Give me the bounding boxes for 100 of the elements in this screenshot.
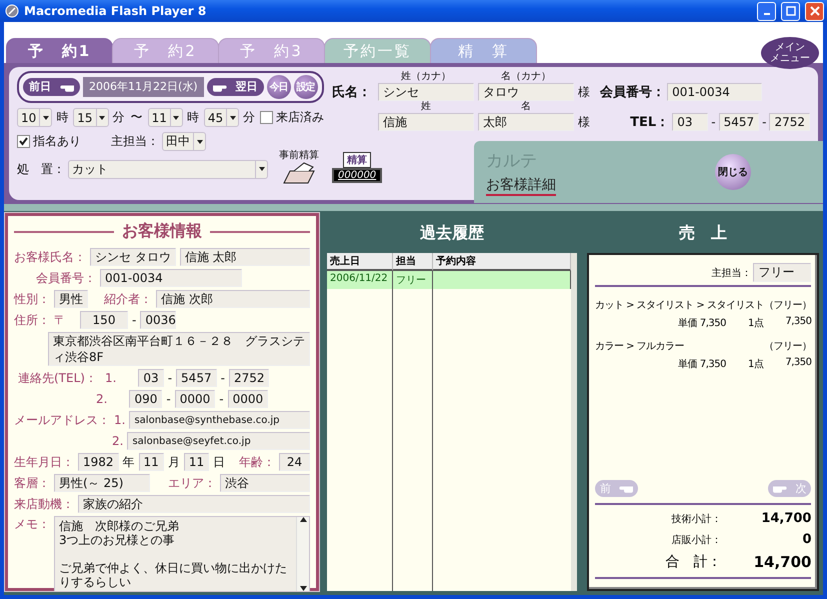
separator: -	[132, 313, 136, 327]
window-title: Macromedia Flash Player 8	[24, 4, 206, 18]
column-header: 予約内容	[433, 253, 571, 271]
total-label: 合 計：	[665, 553, 722, 571]
nominated-checkbox[interactable]	[17, 135, 30, 148]
area-field[interactable]: 渋谷	[220, 474, 310, 492]
first-name-field[interactable]: 太郎	[478, 113, 574, 131]
phone-field[interactable]: 03	[138, 369, 164, 387]
scroll-up-icon[interactable]	[300, 517, 306, 522]
quantity: 1点	[748, 358, 764, 371]
item-staff: （フリー）	[764, 340, 812, 353]
scroll-down-icon[interactable]	[300, 586, 306, 591]
tel-label: TEL：	[630, 114, 670, 131]
minute-unit: 分	[112, 109, 125, 126]
folder-icon[interactable]	[282, 162, 316, 184]
next-day-button[interactable]: 翌日	[206, 78, 264, 96]
staff-field[interactable]: フリー	[753, 263, 812, 282]
table-cell[interactable]: 2006/11/22	[327, 271, 393, 289]
minute-unit: 分	[243, 109, 256, 126]
kana-name-field[interactable]: シンセ タロウ	[90, 248, 176, 266]
postal-code-field[interactable]: 150	[80, 311, 128, 329]
email-field[interactable]: salonbase@synthebase.co.jp	[129, 411, 310, 429]
caret-icon	[42, 116, 49, 120]
prev-day-button[interactable]: 前日	[23, 78, 80, 96]
item-staff: （フリー）	[764, 299, 812, 312]
close-button[interactable]	[805, 2, 824, 20]
customer-details-link[interactable]: お客様詳細	[486, 176, 556, 196]
maximize-button[interactable]	[781, 2, 800, 20]
email-field[interactable]: salonbase@seyfet.co.jp	[127, 432, 310, 450]
field-label: 住所：	[14, 312, 50, 328]
member-number-label: 会員番号：	[600, 84, 666, 101]
treatment-select[interactable]: カット	[68, 160, 268, 178]
postal-code-field[interactable]: 0036	[140, 311, 176, 329]
age-field[interactable]: 24	[279, 453, 310, 471]
kana-first-name-field[interactable]: タロウ	[478, 83, 574, 101]
segment-field[interactable]: 男性(～ 25)	[54, 474, 150, 492]
prepay-label: 事前精算	[279, 148, 319, 162]
kana-last-name-field[interactable]: シンセ	[378, 83, 474, 101]
date-unit: 年	[122, 454, 135, 470]
amount: 7,350	[785, 316, 812, 329]
phone-field[interactable]: 03	[672, 113, 708, 131]
month-field[interactable]: 11	[138, 453, 164, 471]
phone-field[interactable]: 5457	[718, 113, 760, 131]
referrer-field[interactable]: 信施 次郎	[156, 290, 310, 308]
separator: -	[166, 392, 171, 406]
day-field[interactable]: 11	[184, 453, 210, 471]
name-field[interactable]: 信施 太郎	[180, 248, 310, 266]
table-cell[interactable]	[433, 271, 571, 289]
year-field[interactable]: 1982	[78, 453, 119, 471]
section-title: 過去履歴	[419, 222, 485, 244]
date-unit: 日	[213, 454, 226, 470]
list-index: 2.	[96, 392, 108, 406]
staff-select[interactable]: 田中	[162, 132, 206, 151]
phone-field[interactable]: 090	[129, 390, 162, 408]
field-label: 連絡先(TEL)：	[18, 370, 97, 386]
field-label: 生年月日：	[14, 454, 74, 470]
app-icon	[5, 4, 19, 18]
field-label: 名	[520, 101, 532, 113]
field-label: 会員番号：	[36, 270, 96, 286]
checkbox-label: 来店済み	[276, 109, 324, 126]
member-number-field[interactable]: 001-0034	[100, 269, 242, 287]
address-field[interactable]: 東京都渋谷区南平台町１６－２８ グラスシティ渋谷8F	[48, 332, 310, 366]
tab[interactable]: 予 約1	[6, 38, 113, 63]
hour-select[interactable]: 10	[17, 108, 52, 127]
separator: -	[762, 115, 766, 129]
list-index: 2.	[112, 434, 124, 448]
minute-select[interactable]: 15	[73, 108, 109, 127]
field-label: 名（カナ）	[500, 71, 552, 83]
separator: -	[219, 392, 224, 406]
phone-field[interactable]: 2752	[228, 369, 270, 387]
gender-field[interactable]: 男性	[54, 290, 88, 308]
phone-field[interactable]: 0000	[174, 390, 216, 408]
motive-field[interactable]: 家族の紹介	[78, 495, 310, 513]
column-header: 担当	[393, 253, 433, 271]
last-name-field[interactable]: 信施	[378, 113, 474, 131]
field-label: 姓	[420, 101, 432, 113]
checkbox-label: 指名あり	[33, 133, 81, 150]
minute-select[interactable]: 45	[204, 108, 240, 127]
table-cell[interactable]: フリー	[393, 271, 433, 289]
visited-checkbox[interactable]	[260, 111, 274, 124]
range-mark: 〜	[130, 109, 143, 126]
name-label: 氏名：	[332, 84, 372, 101]
phone-field[interactable]: 0000	[228, 390, 268, 408]
separator: -	[220, 371, 225, 385]
main-menu-button[interactable]: メイン メニュー	[761, 37, 819, 69]
date-display: 2006年11月22日(水)	[83, 77, 204, 97]
minimize-button[interactable]	[757, 2, 776, 20]
field-label: 来店動機：	[14, 496, 74, 512]
field-label: 性別：	[14, 290, 50, 308]
honorific: 様	[578, 84, 592, 100]
scrollbar[interactable]	[296, 517, 309, 591]
scrollbar[interactable]	[571, 253, 577, 591]
phone-field[interactable]: 5457	[176, 369, 217, 387]
close-button[interactable]: 閉じる	[715, 154, 751, 190]
staff-label: 主担当：	[711, 266, 752, 280]
phone-field[interactable]: 2752	[769, 113, 810, 131]
quantity: 1点	[748, 316, 764, 330]
hour-select[interactable]: 11	[148, 108, 183, 127]
total-value: 14,700	[752, 553, 812, 571]
member-number-field[interactable]: 001-0034	[667, 83, 762, 101]
